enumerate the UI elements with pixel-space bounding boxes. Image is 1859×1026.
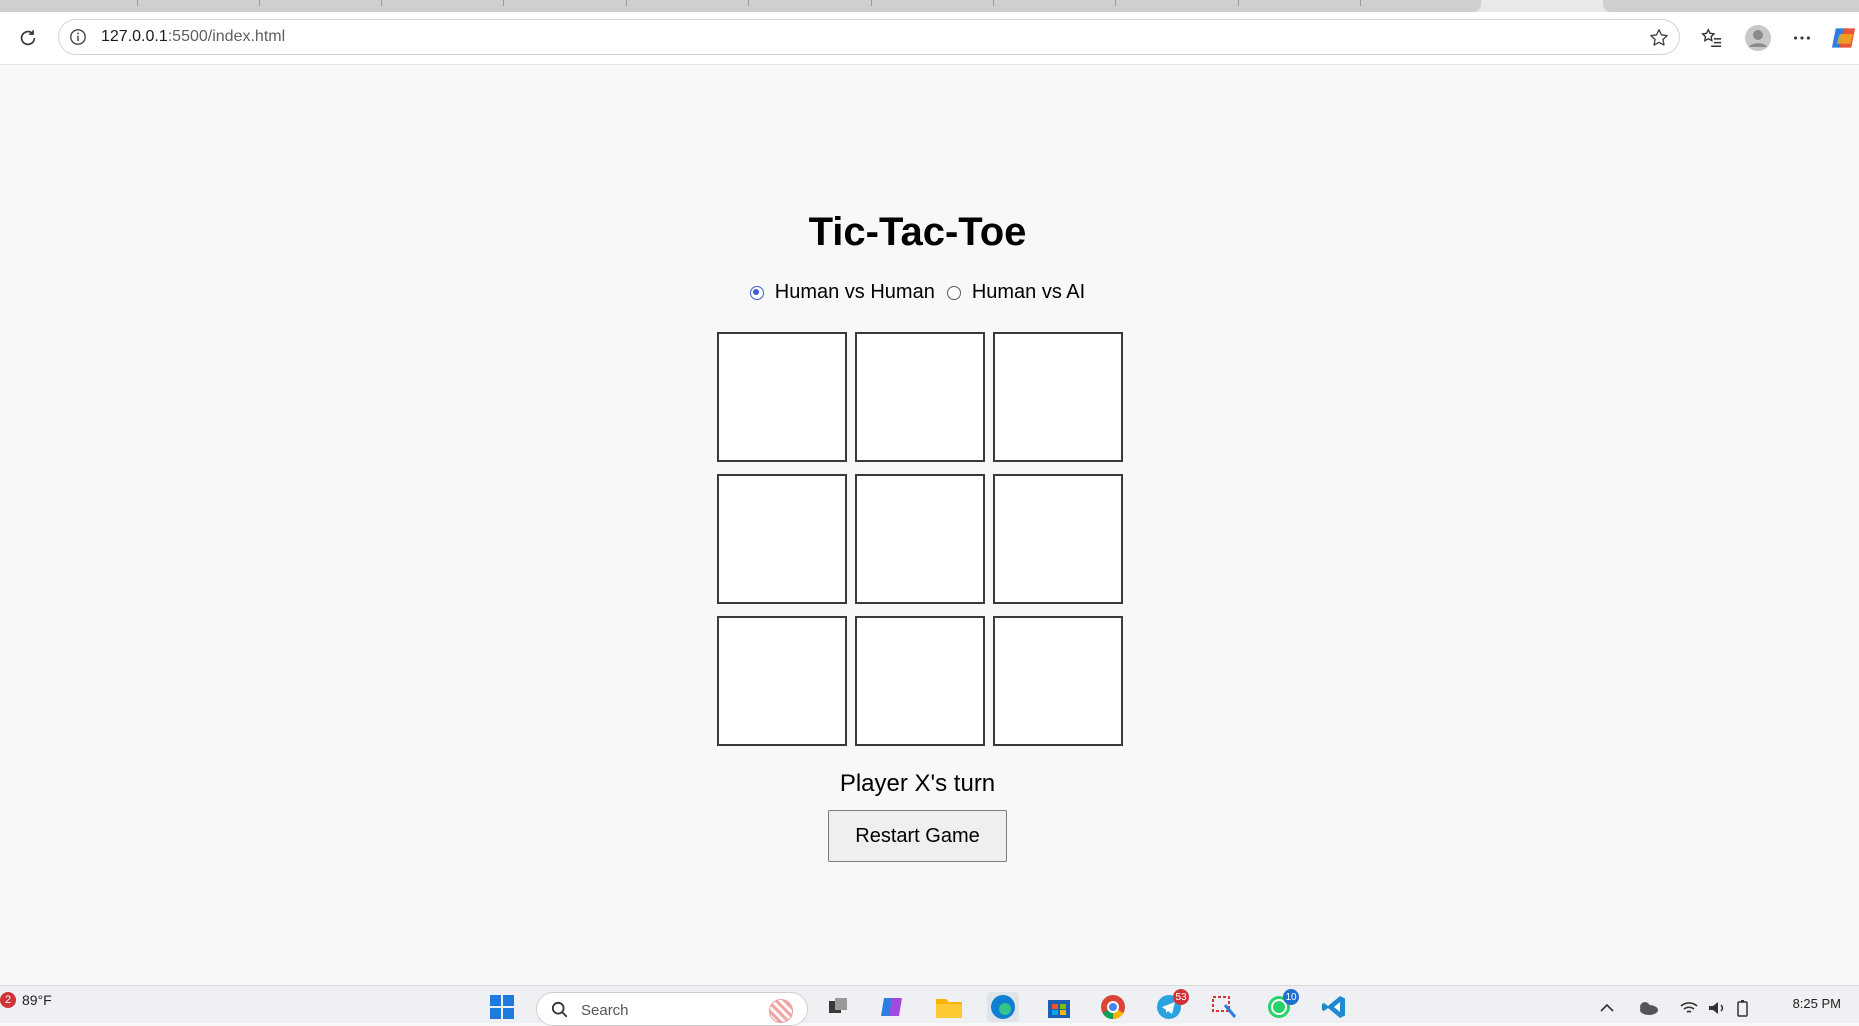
refresh-icon[interactable] — [12, 22, 44, 54]
page-content: Tic-Tac-Toe Human vs Human Human vs AI P… — [0, 65, 1859, 985]
mode-option-human-vs-human[interactable]: Human vs Human — [749, 281, 935, 304]
telegram-icon[interactable]: 53 — [1153, 989, 1189, 1022]
url-host: 127.0.0.1 — [101, 28, 168, 45]
mode-label: Human vs Human — [774, 281, 935, 303]
url-path: :5500/index.html — [167, 28, 286, 45]
board-cell[interactable] — [993, 474, 1123, 604]
taskbar-search[interactable]: Search — [536, 992, 808, 1026]
whatsapp-badge: 10 — [1283, 989, 1299, 1005]
start-icon[interactable] — [486, 992, 518, 1022]
chrome-icon[interactable] — [1097, 992, 1129, 1022]
restart-game-button[interactable]: Restart Game — [828, 810, 1007, 862]
tab-separator — [1360, 0, 1361, 6]
tab-separator — [137, 0, 138, 6]
volume-icon[interactable] — [1707, 999, 1727, 1017]
whatsapp-icon[interactable]: 10 — [1263, 989, 1299, 1022]
tab-separator — [748, 0, 749, 6]
favorite-star-icon[interactable] — [1647, 26, 1671, 50]
human-vs-human-radio[interactable] — [749, 285, 764, 300]
search-placeholder: Search — [581, 1002, 629, 1019]
edge-icon[interactable] — [987, 992, 1019, 1022]
more-options-icon[interactable] — [1786, 22, 1818, 54]
address-bar[interactable]: 127.0.0.1:5500/index.html — [58, 19, 1680, 55]
board-cell[interactable] — [993, 332, 1123, 462]
chevron-up-icon[interactable] — [1599, 1002, 1615, 1014]
tab-separator — [503, 0, 504, 6]
tab-separator — [871, 0, 872, 6]
url-text[interactable]: 127.0.0.1:5500/index.html — [101, 28, 285, 46]
board-cell[interactable] — [717, 474, 847, 604]
taskbar: 2 89°F Search 53 10 8:25 PM — [0, 985, 1859, 1026]
game-mode-selector: Human vs Human Human vs AI — [0, 281, 1835, 304]
telegram-badge: 53 — [1173, 989, 1189, 1005]
search-highlight-icon — [769, 999, 793, 1023]
profile-avatar[interactable] — [1742, 22, 1774, 54]
copilot-app-icon[interactable] — [877, 992, 909, 1022]
tab-separator — [1115, 0, 1116, 6]
copilot-icon[interactable] — [1830, 22, 1859, 54]
wifi-icon[interactable] — [1679, 999, 1699, 1017]
mode-option-human-vs-ai[interactable]: Human vs AI — [946, 281, 1086, 304]
system-tray: 8:25 PM — [1599, 992, 1859, 1022]
page-title: Tic-Tac-Toe — [808, 210, 1027, 254]
tab-separator — [259, 0, 260, 6]
task-view-icon[interactable] — [822, 992, 854, 1022]
vscode-icon[interactable] — [1318, 992, 1350, 1022]
tabs-group[interactable] — [0, 0, 1481, 12]
snipping-tool-icon[interactable] — [1208, 992, 1240, 1022]
search-icon — [551, 1001, 568, 1018]
mode-label: Human vs AI — [971, 281, 1086, 303]
tab-separator — [626, 0, 627, 6]
weather-widget[interactable]: 2 89°F — [0, 992, 52, 1008]
turn-status: Player X's turn — [839, 770, 996, 797]
onedrive-icon[interactable] — [1637, 1000, 1659, 1016]
board-cell[interactable] — [993, 616, 1123, 746]
favorites-icon[interactable] — [1696, 22, 1728, 54]
browser-toolbar: 127.0.0.1:5500/index.html — [0, 12, 1859, 65]
tab-separator — [993, 0, 994, 6]
board-cell[interactable] — [855, 332, 985, 462]
file-explorer-icon[interactable] — [933, 992, 965, 1022]
tab-separator — [1238, 0, 1239, 6]
store-icon[interactable] — [1043, 992, 1075, 1022]
board-cell[interactable] — [717, 332, 847, 462]
game-board — [717, 332, 1123, 746]
tab-strip — [0, 0, 1859, 12]
site-info-icon[interactable] — [69, 28, 87, 46]
board-cell[interactable] — [855, 616, 985, 746]
tab-separator — [381, 0, 382, 6]
clock[interactable]: 8:25 PM — [1793, 996, 1841, 1011]
board-cell[interactable] — [855, 474, 985, 604]
tabs-group-right[interactable] — [1603, 0, 1859, 12]
board-cell[interactable] — [717, 616, 847, 746]
battery-icon[interactable] — [1733, 999, 1753, 1017]
human-vs-ai-radio[interactable] — [946, 285, 961, 300]
weather-badge: 2 — [0, 992, 16, 1008]
temperature: 89°F — [22, 992, 52, 1008]
